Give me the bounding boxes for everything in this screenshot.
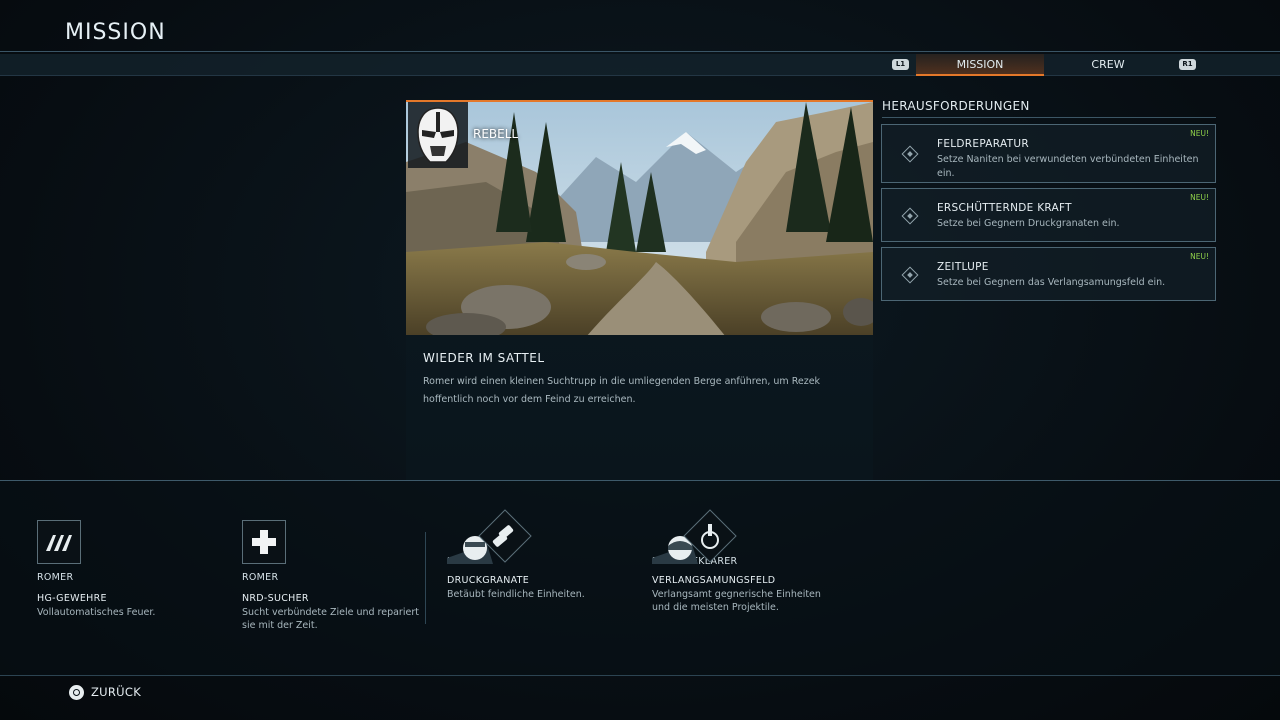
challenges-title: HERAUSFORDERUNGEN (882, 99, 1030, 113)
ability-item[interactable]: ROMER NRD-SUCHER Sucht verbündete Ziele … (242, 520, 432, 632)
abilities-divider (425, 532, 426, 624)
challenge-diamond-icon (901, 207, 919, 225)
mission-description: Romer wird einen kleinen Suchtrupp in di… (423, 376, 821, 405)
ability-item[interactable]: FERNAUFKLÄRER VERLANGSAMUNGSFELD Verlang… (652, 508, 842, 614)
back-label: ZURÜCK (91, 685, 142, 699)
header-divider (0, 51, 1280, 52)
rebel-helmet-icon (417, 107, 459, 163)
challenge-name: ERSCHÜTTERNDE KRAFT (937, 202, 1072, 214)
ability-item[interactable]: KRIEGER DRUCKGRANATE Betäubt feindliche … (447, 508, 637, 601)
tab-crew[interactable]: CREW (1044, 54, 1172, 76)
page-title: MISSION (65, 20, 166, 45)
challenges-divider (882, 117, 1216, 118)
new-badge: NEU! (1190, 193, 1209, 202)
challenge-diamond-icon (901, 266, 919, 284)
new-badge: NEU! (1190, 129, 1209, 138)
challenge-description: Setze Naniten bei verwundeten verbündete… (937, 154, 1199, 179)
challenge-diamond-icon (901, 145, 919, 163)
r1-button-icon[interactable]: R1 (1179, 59, 1196, 70)
back-button[interactable]: ZURÜCK (69, 684, 141, 700)
new-badge: NEU! (1190, 252, 1209, 261)
ability-item[interactable]: ROMER HG-GEWEHRE Vollautomatisches Feuer… (37, 520, 227, 619)
challenge-item[interactable]: FELDREPARATUR Setze Naniten bei verwunde… (881, 124, 1216, 183)
ability-description: Sucht verbündete Ziele und repariert sie… (242, 607, 419, 631)
circle-button-icon (69, 684, 84, 700)
ability-description: Vollautomatisches Feuer. (37, 607, 156, 618)
challenge-description: Setze bei Gegnern das Verlangsamungsfeld… (937, 277, 1166, 288)
ability-character: ROMER (37, 572, 74, 583)
bullets-icon (37, 520, 81, 564)
challenge-item[interactable]: ZEITLUPE Setze bei Gegnern das Verlangsa… (881, 247, 1216, 301)
slow-field-icon (652, 509, 737, 564)
tab-mission[interactable]: MISSION (916, 54, 1044, 76)
faction-badge (408, 102, 468, 168)
medical-cross-icon (242, 520, 286, 564)
ability-description: Betäubt feindliche Einheiten. (447, 589, 585, 600)
ability-name: DRUCKGRANATE (447, 575, 530, 586)
ability-name: HG-GEWEHRE (37, 593, 107, 604)
challenge-item[interactable]: ERSCHÜTTERNDE KRAFT Setze bei Gegnern Dr… (881, 188, 1216, 242)
faction-label: REBELL (473, 127, 519, 141)
challenge-name: ZEITLUPE (937, 261, 989, 273)
challenge-description: Setze bei Gegnern Druckgranaten ein. (937, 218, 1120, 229)
l1-button-icon[interactable]: L1 (892, 59, 909, 70)
ability-name: NRD-SUCHER (242, 593, 309, 604)
ability-character: ROMER (242, 572, 279, 583)
grenade-icon (447, 509, 532, 564)
ability-name: VERLANGSAMUNGSFELD (652, 575, 776, 586)
mission-title: WIEDER IM SATTEL (423, 351, 545, 365)
challenge-name: FELDREPARATUR (937, 138, 1029, 150)
ability-description: Verlangsamt gegnerische Einheiten und di… (652, 589, 821, 613)
